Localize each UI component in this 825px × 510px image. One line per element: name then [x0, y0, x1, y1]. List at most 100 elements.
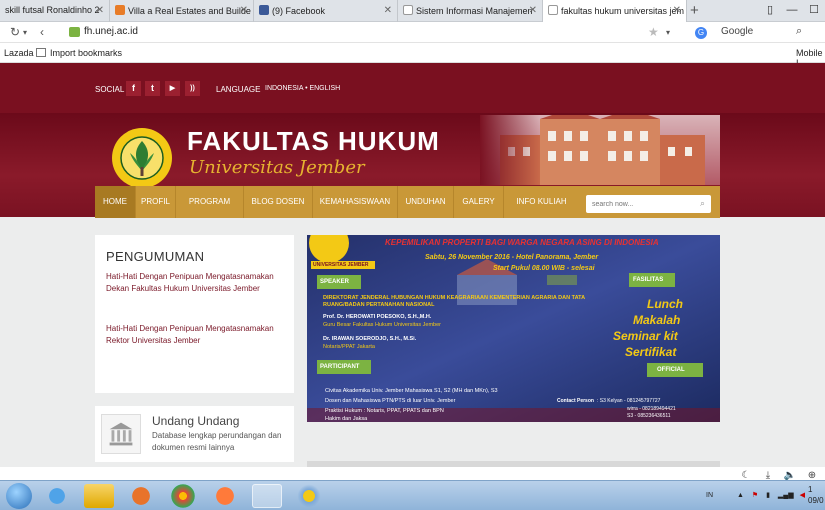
clock-date: 09/0	[808, 496, 824, 505]
url-text[interactable]: fh.unej.ac.id	[84, 26, 138, 37]
banner-caption-bar	[307, 461, 720, 467]
volume-icon[interactable]: ◀	[800, 492, 805, 499]
menu-info-kuliah[interactable]: INFO KULIAH	[504, 186, 579, 218]
speaker-3: Dr. IRAWAN SOERODJO, S.H., M.Si.	[323, 336, 417, 342]
tab-2[interactable]: Villa a Real Estates and Builde ✕	[110, 0, 254, 22]
language-options[interactable]: INDONESIA • ENGLISH	[265, 85, 340, 92]
language-indicator[interactable]: IN	[706, 492, 713, 499]
speaker-3-role: Notaris/PPAT Jakarta	[323, 344, 375, 350]
undang-undang-panel[interactable]: Undang Undang Database lengkap perundang…	[95, 406, 294, 462]
search-engine-label: Google	[721, 26, 754, 37]
bookmark-star-icon[interactable]: ★	[648, 25, 659, 39]
tab-title: fakultas hukum universitas jem	[561, 6, 685, 16]
tab-1[interactable]: skill futsal Ronaldinho 2 ✕	[0, 0, 110, 22]
menu-home[interactable]: HOME	[95, 186, 136, 218]
announcement-title: PENGUMUMAN	[106, 249, 205, 264]
twitter-icon[interactable]: t	[145, 81, 160, 96]
back-icon[interactable]: ‹	[40, 25, 44, 39]
menu-profil[interactable]: PROFIL	[136, 186, 176, 218]
speaker-2-role: Guru Besar Fakultas Hukum Universitas Je…	[323, 322, 441, 328]
tab-active[interactable]: fakultas hukum universitas jem ✕	[543, 0, 687, 23]
chevron-down-icon[interactable]: ▾	[666, 28, 670, 37]
site-search: ⌕	[586, 195, 711, 213]
start-button[interactable]	[6, 483, 32, 509]
contact-item: S3 - 085236436511	[627, 413, 671, 419]
show-hidden-icon[interactable]: ▲	[737, 492, 744, 499]
clock[interactable]: 1 09/0	[808, 484, 824, 506]
page-icon	[548, 5, 558, 15]
media-player-icon[interactable]	[126, 484, 156, 508]
reload-icon[interactable]: ↻	[10, 25, 20, 39]
tab-title: Villa a Real Estates and Builde	[128, 6, 251, 16]
menu-galery[interactable]: GALERY	[454, 186, 504, 218]
site-title: FAKULTAS HUKUM	[187, 126, 440, 156]
site-search-input[interactable]	[586, 195, 686, 213]
tab-3[interactable]: (9) Facebook ✕	[254, 0, 398, 22]
fasilitas-label: FASILITAS	[633, 277, 664, 283]
flag-icon[interactable]: ⚑	[752, 492, 758, 499]
campus-building-image	[480, 115, 720, 185]
windows-taskbar: IN ▲ ⚑ ▮ ▂▄▆ ◀ 1 09/0	[0, 480, 825, 510]
sublime-icon[interactable]	[252, 484, 282, 508]
maximize-icon[interactable]: ☐	[803, 3, 825, 16]
tab-menu-icon[interactable]: ▯	[759, 3, 781, 16]
tab-favicon-icon	[115, 5, 125, 15]
search-icon[interactable]: ⌕	[796, 25, 802, 38]
chevron-down-icon[interactable]: ▾	[23, 28, 27, 37]
paint-icon[interactable]	[294, 484, 324, 508]
new-tab-button[interactable]: +	[690, 2, 699, 19]
menu-kemahasiswaan[interactable]: KEMAHASISWAAN	[313, 186, 398, 218]
participant-item: Dosen dan Mahasiswa PTN/PTS di luar Univ…	[325, 398, 456, 404]
banner-date: Sabtu, 26 November 2016 - Hotel Panorama…	[425, 254, 599, 261]
seminar-banner[interactable]: KEPEMILIKAN PROPERTI BAGI WARGA NEGARA A…	[307, 235, 720, 422]
minimize-icon[interactable]: —	[781, 4, 803, 16]
address-bar: ↻ ▾ ‹ fh.unej.ac.id ★ ▾ G Google ⌕	[0, 22, 825, 43]
menu-unduhan[interactable]: UNDUHAN	[398, 186, 454, 218]
university-logo[interactable]	[111, 127, 173, 189]
menu-program[interactable]: PROGRAM	[176, 186, 244, 218]
banner-time: Start Pukul 08.00 WIB - selesai	[493, 265, 595, 272]
participant-item: Civitas Akademika Univ. Jember Mahasiswa…	[325, 388, 498, 394]
close-icon[interactable]: ✕	[96, 5, 104, 16]
system-tray: IN ▲ ⚑ ▮ ▂▄▆ ◀	[706, 491, 805, 499]
close-icon[interactable]: ✕	[240, 5, 248, 16]
contact-item: : S3 Kelyan - 081245797727	[597, 398, 661, 404]
contact-item: wirra - 082189494421	[627, 406, 676, 412]
facebook-icon[interactable]: f	[126, 81, 141, 96]
building-columns-icon	[101, 414, 141, 454]
search-engine[interactable]: G Google	[695, 25, 753, 39]
youtube-icon[interactable]: ▶	[165, 81, 180, 96]
search-icon[interactable]: ⌕	[700, 198, 705, 209]
signal-icon[interactable]: ▂▄▆	[778, 492, 794, 499]
undang-undang-title: Undang Undang	[152, 414, 240, 428]
close-icon[interactable]: ✕	[673, 5, 681, 16]
clock-time: 1	[808, 485, 813, 494]
participant-label: PARTICIPANT	[320, 364, 360, 370]
fasilitas-item: Lunch	[647, 297, 683, 311]
announcement-link[interactable]: Hati-Hati Dengan Penipuan Mengatasnamaka…	[106, 271, 288, 295]
close-icon[interactable]: ✕	[384, 5, 392, 16]
bookmark-import[interactable]: Import bookmarks	[36, 48, 122, 58]
speaker-label: SPEAKER	[320, 279, 350, 285]
language-label: LANGUAGE	[216, 85, 261, 94]
site-subtitle: Universitas Jember	[189, 157, 365, 178]
tab-title: skill futsal Ronaldinho 2	[5, 5, 100, 15]
tab-4[interactable]: Sistem Informasi Manajemen ✕	[398, 0, 543, 22]
uc-browser-icon[interactable]	[210, 484, 240, 508]
official-label: OFFICIAL	[657, 367, 685, 373]
announcement-link[interactable]: Hati-Hati Dengan Penipuan Mengatasnamaka…	[106, 323, 288, 347]
page-icon	[403, 5, 413, 15]
tab-bar: skill futsal Ronaldinho 2 ✕ Villa a Real…	[0, 0, 825, 23]
menu-blog-dosen[interactable]: BLOG DOSEN	[244, 186, 313, 218]
internet-explorer-icon[interactable]	[42, 484, 72, 508]
folder-icon[interactable]	[84, 484, 114, 508]
bookmark-lazada[interactable]: Lazada	[4, 48, 34, 58]
fasilitas-item: Seminar kit	[613, 329, 678, 343]
close-icon[interactable]: ✕	[529, 5, 537, 16]
participant-item: Hakim dan Jaksa	[325, 416, 368, 422]
chrome-icon[interactable]	[168, 484, 198, 508]
security-icon	[69, 27, 80, 37]
undang-undang-description: Database lengkap perundangan dan dokumen…	[152, 431, 282, 452]
network-icon[interactable]: ▮	[766, 492, 770, 499]
rss-icon[interactable]: ))	[185, 81, 200, 96]
